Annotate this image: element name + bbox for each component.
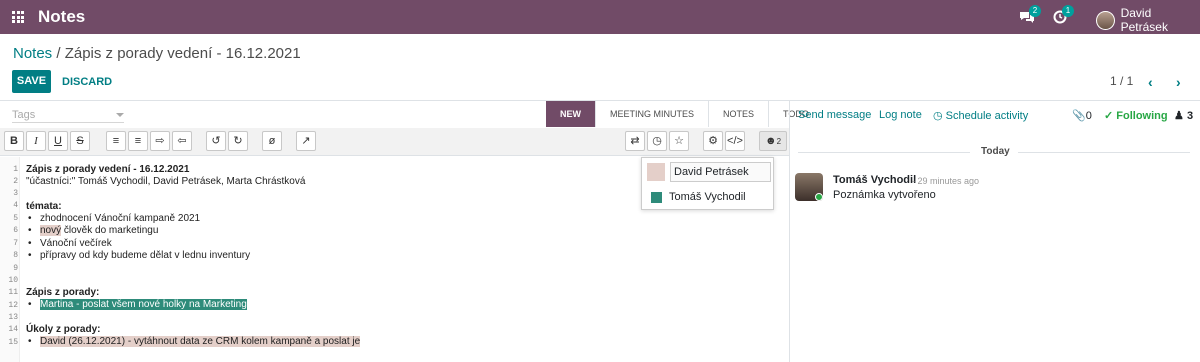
paperclip-icon: 📎 (1072, 110, 1086, 122)
topics-heading: témata: (26, 201, 62, 212)
collaborator-item[interactable]: Tomáš Vychodil (669, 191, 746, 203)
page-title: Zápis z porady vedení - 16.12.2021 (64, 45, 301, 62)
save-button[interactable]: SAVE (12, 70, 51, 93)
line-number: 2 (13, 177, 18, 186)
app-menu-icon[interactable] (12, 11, 24, 23)
divider (1018, 152, 1190, 153)
line-number: 11 (8, 288, 18, 297)
collaborator-item[interactable]: David Petrásek (670, 162, 771, 182)
message-time: - 29 minutes ago (912, 176, 980, 186)
breadcrumb: Notes / Zápis z porady vedení - 16.12.20… (13, 45, 301, 62)
collaborators-count: 2 (776, 137, 782, 146)
followers-button[interactable]: ♟ 3 (1174, 109, 1193, 122)
eye-slash-icon[interactable]: ø (262, 131, 282, 151)
user-name: David Petrásek (1120, 6, 1168, 34)
editor-toolbar: B I U S ≡ ≡ ⇨ ⇦ ↺ ↻ ø ↗ ⇄ ◷ ☆ ⚙ </> ☻2 (0, 128, 790, 156)
schedule-activity-button[interactable]: ◷ Schedule activity (933, 109, 1028, 122)
send-message-button[interactable]: Send message (798, 109, 871, 121)
breadcrumb-separator: / (52, 45, 65, 62)
note-title-line: Zápis z porady vedení - 16.12.2021 (26, 164, 190, 175)
list-item: přípravy od kdy budeme dělat v lednu inv… (28, 250, 250, 261)
outdent-icon[interactable]: ⇦ (172, 131, 192, 151)
discard-button[interactable]: DISCARD (62, 76, 112, 88)
users-icon: ☻ (764, 135, 777, 147)
stage-statusbar: NEW MEETING MINUTES NOTES TODO (546, 101, 823, 127)
bold-icon[interactable]: B (4, 131, 24, 151)
breadcrumb-parent[interactable]: Notes (13, 45, 52, 62)
italic-icon[interactable]: I (26, 131, 46, 151)
line-number: 5 (13, 214, 18, 223)
sync-icon[interactable]: ⇄ (625, 131, 645, 151)
ordered-list-icon[interactable]: ≡ (106, 131, 126, 151)
user-menu[interactable]: David Petrásek (1096, 6, 1200, 34)
line-number: 15 (8, 338, 18, 347)
gear-icon[interactable]: ⚙ (703, 131, 723, 151)
list-item: Vánoční večírek (28, 238, 112, 249)
line-number: 9 (13, 264, 18, 273)
collaborators-button[interactable]: ☻2 (759, 131, 787, 151)
pager-value: 1 / 1 (1110, 74, 1134, 88)
list-item: David (26.12.2021) - vytáhnout data ze C… (28, 336, 361, 347)
log-note-button[interactable]: Log note (879, 109, 922, 121)
line-number: 1 (13, 165, 18, 174)
list-item: zhodnocení Vánoční kampaně 2021 (28, 213, 200, 224)
redo-icon[interactable]: ↻ (228, 131, 248, 151)
pager-previous-icon[interactable]: ‹ (1148, 74, 1153, 90)
unordered-list-icon[interactable]: ≡ (128, 131, 148, 151)
attendees-line: "účastníci:" Tomáš Vychodil, David Petrá… (26, 176, 306, 187)
star-icon[interactable]: ☆ (669, 131, 689, 151)
message-author[interactable]: Tomáš Vychodil (833, 174, 916, 186)
divider (798, 152, 970, 153)
collaborator-color-swatch (651, 192, 662, 203)
line-number: 8 (13, 251, 18, 260)
line-number: 10 (8, 276, 18, 285)
tags-input[interactable]: Tags (12, 109, 124, 123)
attachments-button[interactable]: 📎0 (1072, 109, 1092, 122)
activities-badge: 1 (1062, 5, 1074, 17)
stage-notes[interactable]: NOTES (708, 101, 769, 127)
chatter-divider (789, 101, 790, 362)
line-number: 7 (13, 239, 18, 248)
list-item: Martina - poslat všem nové holky na Mark… (28, 299, 247, 310)
tasks-heading: Úkoly z porady: (26, 324, 101, 335)
line-number: 14 (8, 325, 18, 334)
fullscreen-icon[interactable]: ↗ (296, 131, 316, 151)
indent-icon[interactable]: ⇨ (150, 131, 170, 151)
collaborator-color-swatch (647, 163, 665, 181)
user-icon: ♟ (1174, 110, 1184, 122)
collaborators-popup: David Petrásek Tomáš Vychodil (641, 157, 774, 210)
date-separator: Today (981, 146, 1010, 157)
messages-badge: 2 (1029, 5, 1041, 17)
line-number: 12 (8, 301, 18, 310)
collaborator-highlight: nový (40, 225, 62, 236)
app-name[interactable]: Notes (38, 7, 85, 27)
following-button[interactable]: ✓ Following (1104, 109, 1168, 122)
minutes-heading: Zápis z porady: (26, 287, 100, 298)
line-number: 3 (13, 189, 18, 198)
clock-icon: ◷ (933, 110, 943, 122)
code-view-icon[interactable]: </> (725, 131, 745, 151)
stage-new[interactable]: NEW (546, 101, 595, 127)
clock-icon[interactable]: ◷ (647, 131, 667, 151)
underline-icon[interactable]: U (48, 131, 68, 151)
list-item: nový člověk do marketingu (28, 225, 158, 236)
avatar (1096, 10, 1115, 30)
stage-meeting-minutes[interactable]: MEETING MINUTES (595, 101, 709, 127)
messages-icon[interactable]: 2 (1019, 5, 1041, 25)
line-number: 6 (13, 226, 18, 235)
check-icon: ✓ (1104, 110, 1114, 122)
top-navbar: Notes 2 1 David Petrásek (0, 0, 1200, 34)
line-number: 13 (8, 313, 18, 322)
online-status-icon (815, 193, 823, 201)
strikethrough-icon[interactable]: S (70, 131, 90, 151)
pager-next-icon[interactable]: › (1176, 74, 1181, 90)
activities-icon[interactable]: 1 (1052, 5, 1074, 25)
line-number: 4 (13, 201, 18, 210)
line-number-gutter: 1 2 3 4 5 6 7 8 9 10 11 12 13 14 15 (0, 157, 20, 362)
undo-icon[interactable]: ↺ (206, 131, 226, 151)
message-body: Poznámka vytvořeno (833, 189, 936, 201)
